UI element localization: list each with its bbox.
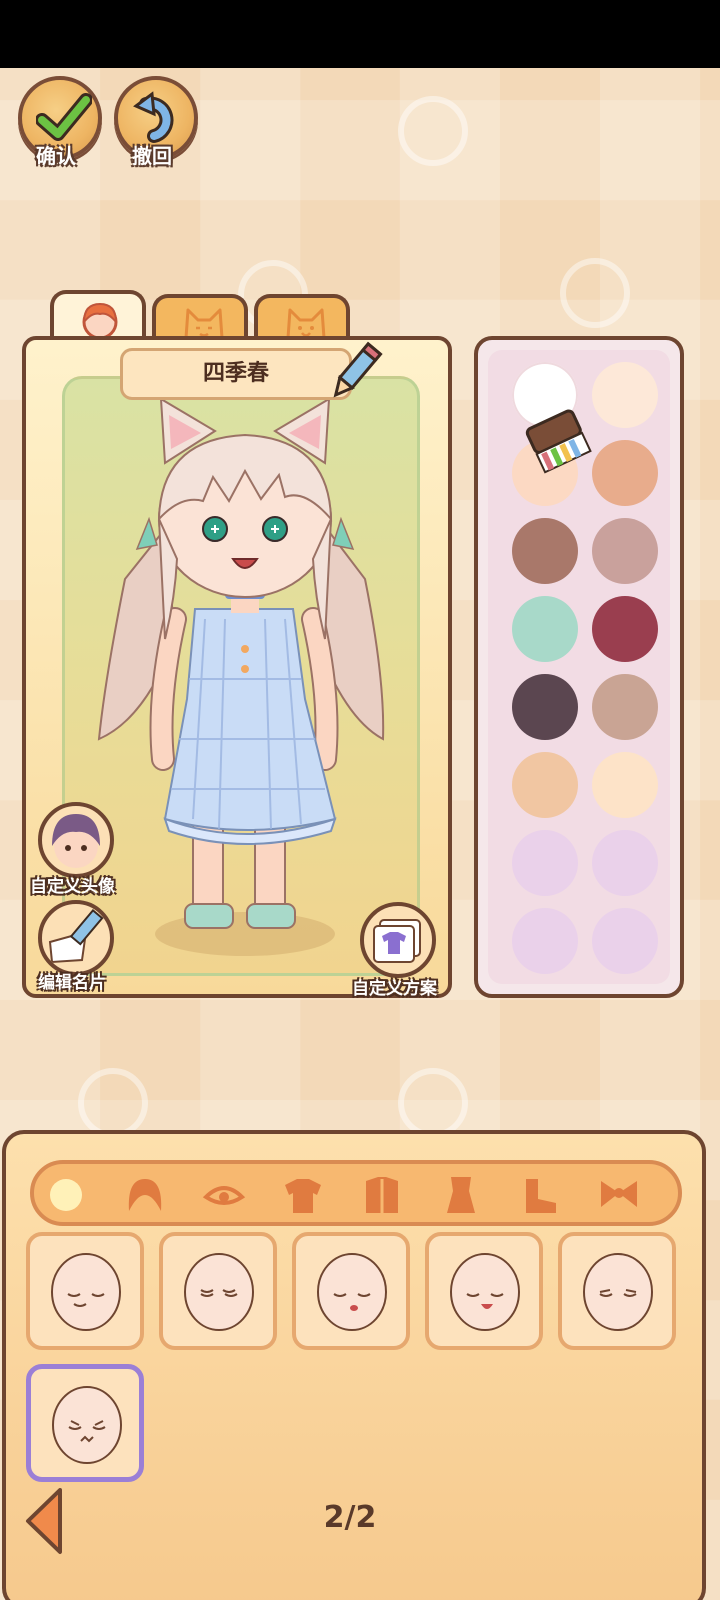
character-avatar xyxy=(97,397,385,956)
custom-scheme-label: 自定义方案 xyxy=(352,979,437,999)
previous-page-arrow-icon[interactable] xyxy=(22,1486,66,1556)
category-bar xyxy=(30,1160,682,1226)
color-swatch[interactable] xyxy=(592,752,658,818)
undo-arrow-icon xyxy=(133,91,174,143)
eye-icon[interactable] xyxy=(200,1171,248,1219)
checkmark-icon xyxy=(36,93,92,141)
status-bar xyxy=(0,0,720,68)
moon-decoration xyxy=(398,96,468,166)
dress-icon[interactable] xyxy=(437,1171,485,1219)
body-icon[interactable] xyxy=(42,1171,90,1219)
color-swatch[interactable] xyxy=(512,830,578,896)
undo-label: 撤回 xyxy=(132,144,172,168)
color-swatch[interactable] xyxy=(512,908,578,974)
hair-icon[interactable] xyxy=(121,1171,169,1219)
edit-card-button[interactable] xyxy=(38,900,114,976)
color-swatch[interactable] xyxy=(512,596,578,662)
avatar-portrait-icon xyxy=(52,814,100,868)
face-option[interactable] xyxy=(26,1232,144,1350)
character-name: 四季春 xyxy=(202,361,269,386)
pencil-edit-icon[interactable] xyxy=(326,340,384,404)
color-palette-panel xyxy=(474,336,684,998)
color-swatch[interactable] xyxy=(592,440,658,506)
color-swatch[interactable] xyxy=(592,596,658,662)
top-icon[interactable] xyxy=(279,1171,327,1219)
color-swatch[interactable] xyxy=(592,830,658,896)
page-indicator: 2/2 xyxy=(323,1500,377,1535)
custom-scheme-button[interactable] xyxy=(360,902,436,978)
color-swatch[interactable] xyxy=(512,674,578,740)
face-option[interactable] xyxy=(26,1364,144,1482)
face-option[interactable] xyxy=(558,1232,676,1350)
face-option[interactable] xyxy=(425,1232,543,1350)
color-swatch[interactable] xyxy=(592,908,658,974)
shoe-icon[interactable] xyxy=(516,1171,564,1219)
character-name-plate[interactable]: 四季春 xyxy=(120,348,352,400)
edit-card-label: 编辑名片 xyxy=(38,973,106,993)
character-stage xyxy=(62,376,420,976)
color-swatch[interactable] xyxy=(512,752,578,818)
color-swatch[interactable] xyxy=(592,518,658,584)
color-swatch[interactable] xyxy=(512,518,578,584)
color-swatch[interactable] xyxy=(592,362,658,428)
coat-icon[interactable] xyxy=(358,1171,406,1219)
moon-decoration xyxy=(560,258,630,328)
face-option[interactable] xyxy=(292,1232,410,1350)
color-swatch[interactable] xyxy=(592,674,658,740)
bow-icon[interactable] xyxy=(595,1171,643,1219)
face-option[interactable] xyxy=(159,1232,277,1350)
face-icon xyxy=(82,302,118,340)
paint-brush-icon xyxy=(525,409,592,474)
confirm-label: 确认 xyxy=(36,144,76,168)
card-pencil-icon xyxy=(48,908,104,964)
custom-avatar-button[interactable] xyxy=(38,802,114,878)
moon-decoration xyxy=(398,1068,468,1138)
moon-decoration xyxy=(78,1068,148,1138)
custom-avatar-label: 自定义头像 xyxy=(30,877,115,897)
character-panel: 四季春 自定义头像 编辑名片 自定义方案 xyxy=(22,336,452,999)
outfit-cards-icon xyxy=(373,919,421,963)
